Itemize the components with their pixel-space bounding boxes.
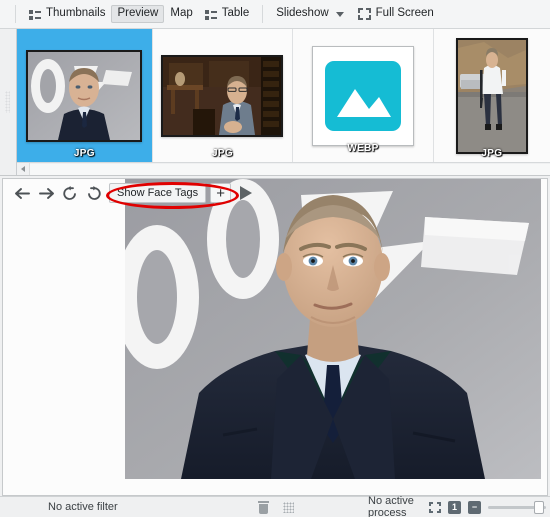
rotate-right-button[interactable] <box>83 182 105 204</box>
add-face-tag-button[interactable]: + <box>210 183 232 203</box>
photo-bond-office <box>163 56 282 135</box>
show-face-tags-label: Show Face Tags <box>117 187 199 199</box>
view-tab-thumbnails-label: Thumbnails <box>46 7 106 20</box>
preview-image <box>125 179 541 479</box>
application-window: Thumbnails Preview Map Table Slideshow F… <box>0 0 550 517</box>
thumbnail-image-3 <box>311 45 414 146</box>
thumbnail-item-3[interactable]: WEBP <box>293 29 434 162</box>
thumbnail-badge-4: JPG <box>481 148 503 159</box>
zoom-out-button[interactable]: − <box>468 500 481 514</box>
thumbnail-image-4 <box>455 37 528 154</box>
fit-to-window-icon[interactable] <box>429 501 441 513</box>
thumbnail-strip-body: JPG JPG WEBP JPG <box>16 29 550 175</box>
list-icon <box>29 9 41 20</box>
thumbnail-image-1 <box>26 49 143 142</box>
toolbar-separator <box>262 5 264 23</box>
view-tab-map[interactable]: Map <box>164 5 198 23</box>
zoom-slider[interactable] <box>488 500 546 514</box>
full-screen-button[interactable]: Full Screen <box>352 5 440 23</box>
thumbnail-badge-3: WEBP <box>347 143 379 154</box>
slideshow-label: Slideshow <box>276 7 329 20</box>
no-active-filter-label: No active filter <box>48 501 118 513</box>
view-tab-preview-label: Preview <box>117 7 159 20</box>
zoom-controls: 1 − <box>429 500 550 514</box>
fullscreen-icon <box>357 8 371 20</box>
rotate-clockwise-icon <box>88 186 101 200</box>
view-tab-table-label: Table <box>221 7 250 20</box>
full-screen-label: Full Screen <box>375 7 434 20</box>
strip-splitter-handle[interactable] <box>0 29 16 175</box>
splitter-dots-icon <box>5 91 10 113</box>
trash-icon[interactable] <box>258 500 269 514</box>
status-bar: No active filter No active process 1 − <box>0 495 550 517</box>
slideshow-button[interactable]: Slideshow <box>270 5 351 23</box>
thumbnail-list: JPG JPG WEBP JPG <box>17 29 550 162</box>
scrollbar-track[interactable] <box>30 163 550 175</box>
status-action-icons <box>258 500 294 514</box>
thumbnail-item-2[interactable]: JPG <box>153 29 294 162</box>
forward-button[interactable] <box>35 182 57 204</box>
chevron-left-icon <box>21 166 25 172</box>
photo-bond-premiere <box>28 51 141 140</box>
photo-bond-desert <box>457 39 526 152</box>
zoom-slider-handle[interactable] <box>534 500 544 514</box>
image-preview-pane[interactable]: Show Face Tags + <box>2 178 548 496</box>
placeholder-image-icon <box>312 46 413 145</box>
thumbnail-item-4[interactable]: JPG <box>434 29 550 162</box>
preview-image-container <box>125 179 541 479</box>
play-slideshow-button[interactable] <box>236 183 256 203</box>
view-tab-thumbnails[interactable]: Thumbnails <box>23 5 111 23</box>
list-icon <box>204 9 217 20</box>
rotate-counterclockwise-icon <box>63 186 76 200</box>
view-tab-preview[interactable]: Preview <box>111 5 165 23</box>
thumbnail-item-1[interactable]: JPG <box>17 29 153 162</box>
thumbnail-image-2 <box>161 54 284 137</box>
play-triangle-icon <box>240 186 253 200</box>
back-arrow-icon <box>14 187 30 199</box>
thumbnail-strip-scrollbar[interactable] <box>17 162 550 175</box>
back-button[interactable] <box>11 182 33 204</box>
scroll-left-button[interactable] <box>17 163 30 175</box>
dot-grid-icon[interactable] <box>283 501 294 513</box>
chevron-down-icon[interactable] <box>335 11 344 17</box>
view-tab-table[interactable]: Table <box>199 5 256 23</box>
thumbnail-badge-2: JPG <box>211 148 233 159</box>
status-filter-section: No active filter <box>0 501 258 513</box>
zoom-100-button[interactable]: 1 <box>448 500 461 514</box>
view-tab-map-label: Map <box>170 7 193 20</box>
rotate-left-button[interactable] <box>59 182 81 204</box>
thumbnail-strip: JPG JPG WEBP JPG <box>0 29 550 176</box>
toolbar-separator <box>15 5 16 23</box>
add-face-tag-label: + <box>216 184 225 202</box>
no-active-process-label: No active process <box>368 495 414 517</box>
preview-toolbar: Show Face Tags + <box>3 179 256 207</box>
show-face-tags-button[interactable]: Show Face Tags <box>109 183 207 203</box>
view-mode-toolbar: Thumbnails Preview Map Table Slideshow F… <box>0 0 550 29</box>
thumbnail-badge-1: JPG <box>73 148 95 159</box>
status-process-section: No active process <box>294 495 429 517</box>
forward-arrow-icon <box>38 187 54 199</box>
